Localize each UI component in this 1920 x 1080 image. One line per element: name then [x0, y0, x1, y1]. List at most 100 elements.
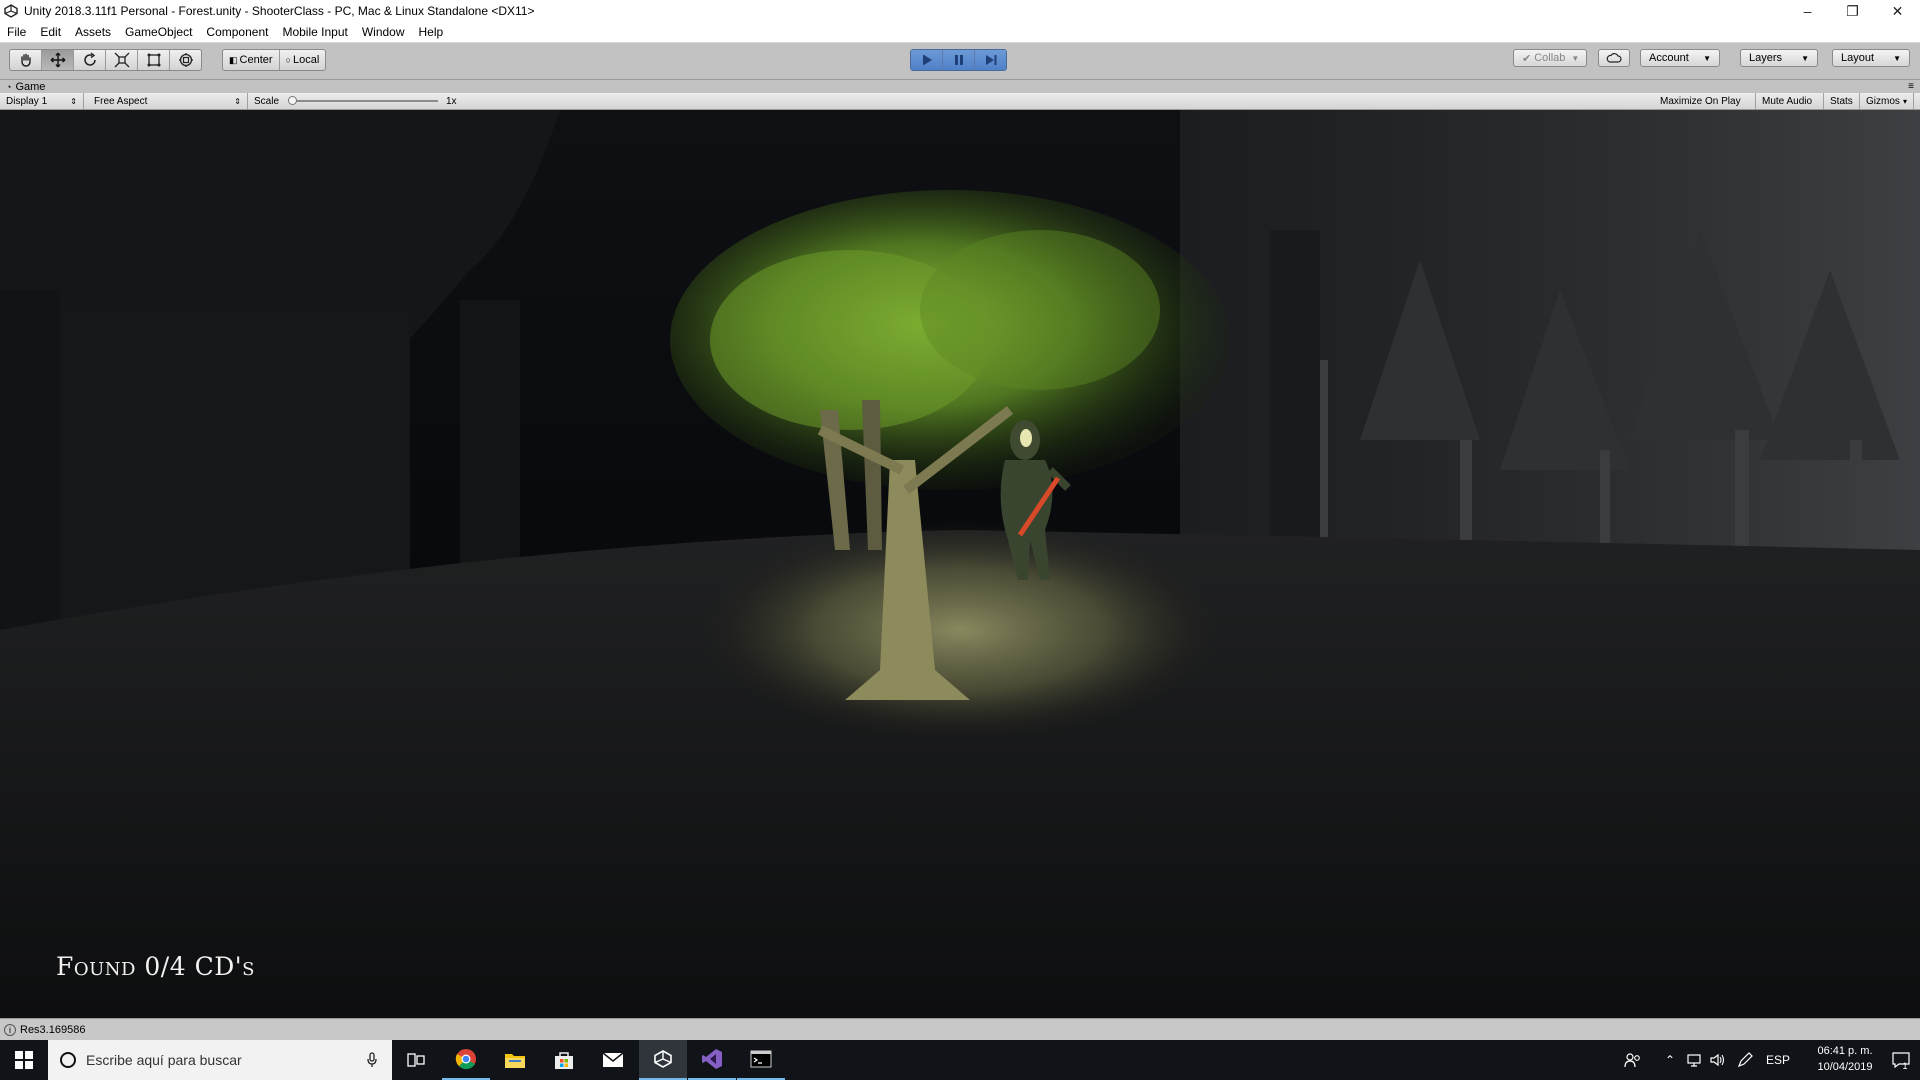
taskbar-search[interactable]: Escribe aquí para buscar [48, 1040, 392, 1080]
pen-icon[interactable] [1732, 1040, 1758, 1080]
cloud-icon [1606, 53, 1622, 63]
updown-arrow-icon: ⇕ [234, 96, 241, 106]
console-last-message[interactable]: Res3.169586 [20, 1024, 85, 1036]
transform-tools [9, 49, 202, 71]
notification-count-badge: 1 [1902, 1061, 1908, 1071]
scale-label: Scale [254, 95, 280, 107]
dropdown-arrow-icon: ▾ [1902, 96, 1907, 106]
menu-assets[interactable]: Assets [68, 25, 118, 39]
menu-bar: File Edit Assets GameObject Component Mo… [0, 22, 1920, 43]
menu-help[interactable]: Help [412, 25, 451, 39]
chevron-up-icon[interactable]: ⌃ [1660, 1040, 1680, 1080]
play-button[interactable] [911, 50, 943, 70]
collab-check-icon: ✔ [1522, 52, 1532, 65]
pause-icon [954, 55, 963, 65]
menu-gameobject[interactable]: GameObject [118, 25, 199, 39]
visual-studio-icon[interactable] [688, 1040, 736, 1080]
menu-component[interactable]: Component [199, 25, 275, 39]
display-dropdown[interactable]: Display 1 ⇕ [0, 93, 84, 109]
microphone-icon[interactable] [366, 1052, 378, 1068]
menu-edit[interactable]: Edit [33, 25, 68, 39]
pivot-center-label: Center [239, 54, 273, 66]
tab-game[interactable]: ◔ Game [6, 80, 45, 93]
unity-logo-icon [4, 4, 18, 18]
menu-file[interactable]: File [0, 25, 33, 39]
step-button[interactable] [975, 50, 1006, 70]
language-indicator[interactable]: ESP [1760, 1040, 1796, 1080]
file-explorer-icon[interactable] [491, 1040, 539, 1080]
dropdown-arrow-icon: ▼ [1571, 53, 1580, 63]
task-view-icon[interactable] [392, 1040, 440, 1080]
gizmos-label: Gizmos [1866, 95, 1900, 107]
clock-date: 10/04/2019 [1817, 1061, 1873, 1073]
menu-mobile-input[interactable]: Mobile Input [275, 25, 354, 39]
game-viewport[interactable]: Found 0/4 CD's [0, 110, 1920, 1018]
move-tool-icon[interactable] [42, 50, 74, 70]
play-icon [922, 54, 932, 66]
pause-button[interactable] [943, 50, 975, 70]
playback-controls [910, 49, 1007, 71]
local-space-icon: ○ [285, 55, 291, 65]
aspect-label: Free Aspect [94, 95, 148, 107]
network-icon[interactable] [1682, 1040, 1706, 1080]
space-local-button[interactable]: ○ Local [280, 50, 326, 70]
scale-value: 1x [446, 95, 457, 107]
menu-window[interactable]: Window [355, 25, 412, 39]
mail-icon[interactable] [589, 1040, 637, 1080]
pivot-center-button[interactable]: ◧ Center [223, 50, 280, 70]
maximize-on-play-toggle[interactable]: Maximize On Play [1654, 93, 1756, 109]
search-placeholder: Escribe aquí para buscar [86, 1052, 242, 1068]
stats-toggle[interactable]: Stats [1824, 93, 1860, 109]
terminal-icon[interactable] [737, 1040, 785, 1080]
chrome-icon[interactable] [442, 1040, 490, 1080]
pivot-icon: ◧ [229, 54, 238, 65]
people-icon[interactable] [1618, 1040, 1648, 1080]
taskbar-clock[interactable]: 06:41 p. m. 10/04/2019 [1810, 1043, 1880, 1075]
store-icon[interactable] [540, 1040, 588, 1080]
scale-tool-icon[interactable] [106, 50, 138, 70]
layout-dropdown[interactable]: Layout ▼ [1832, 49, 1910, 67]
collab-label: Collab [1534, 52, 1566, 64]
minimize-icon[interactable]: – [1785, 0, 1830, 22]
dropdown-arrow-icon: ▼ [1801, 53, 1809, 63]
pivot-toggles: ◧ Center ○ Local [222, 49, 327, 71]
layers-label: Layers [1749, 52, 1783, 64]
start-button[interactable] [0, 1040, 48, 1080]
windows-logo-icon [15, 1051, 33, 1069]
collab-button[interactable]: ✔ Collab ▼ [1513, 49, 1587, 67]
rotate-tool-icon[interactable] [74, 50, 106, 70]
action-center-icon[interactable]: 1 [1880, 1040, 1920, 1080]
dropdown-arrow-icon: ▼ [1703, 53, 1711, 63]
scale-slider-thumb[interactable] [288, 96, 297, 105]
tab-game-label: Game [15, 80, 46, 93]
volume-icon[interactable] [1706, 1040, 1730, 1080]
display-label: Display 1 [6, 95, 48, 107]
scale-slider-track[interactable] [292, 100, 438, 102]
cds-found-counter: Found 0/4 CD's [56, 952, 255, 981]
mute-label: Mute Audio [1762, 95, 1813, 107]
transform-tool-icon[interactable] [170, 50, 201, 70]
forest-scene [0, 110, 1920, 1018]
gizmos-dropdown[interactable]: Gizmos ▾ [1860, 93, 1914, 109]
game-tab-row: ◔ Game ≡ [0, 80, 1920, 93]
tab-menu-icon[interactable]: ≡ [1908, 81, 1914, 92]
hand-tool-icon[interactable] [10, 50, 42, 70]
mute-audio-toggle[interactable]: Mute Audio [1756, 93, 1824, 109]
game-pacman-icon: ◔ [6, 81, 12, 92]
status-bar: i Res3.169586 [0, 1018, 1920, 1041]
layout-label: Layout [1841, 52, 1875, 64]
restore-icon[interactable]: ❐ [1830, 0, 1875, 22]
stats-label: Stats [1830, 95, 1853, 107]
unity-icon[interactable] [639, 1040, 687, 1080]
clock-time: 06:41 p. m. [1817, 1045, 1873, 1057]
window-title: Unity 2018.3.11f1 Personal - Forest.unit… [24, 4, 535, 18]
rect-tool-icon[interactable] [138, 50, 170, 70]
step-icon [985, 55, 996, 65]
cloud-button[interactable] [1598, 49, 1630, 67]
account-dropdown[interactable]: Account ▼ [1640, 49, 1720, 67]
close-icon[interactable]: ✕ [1875, 0, 1920, 22]
info-icon: i [4, 1024, 16, 1036]
aspect-dropdown[interactable]: Free Aspect ⇕ [88, 93, 248, 109]
windows-taskbar: Escribe aquí para buscar ⌃ ESP 06:41 p. … [0, 1040, 1920, 1080]
layers-dropdown[interactable]: Layers ▼ [1740, 49, 1818, 67]
